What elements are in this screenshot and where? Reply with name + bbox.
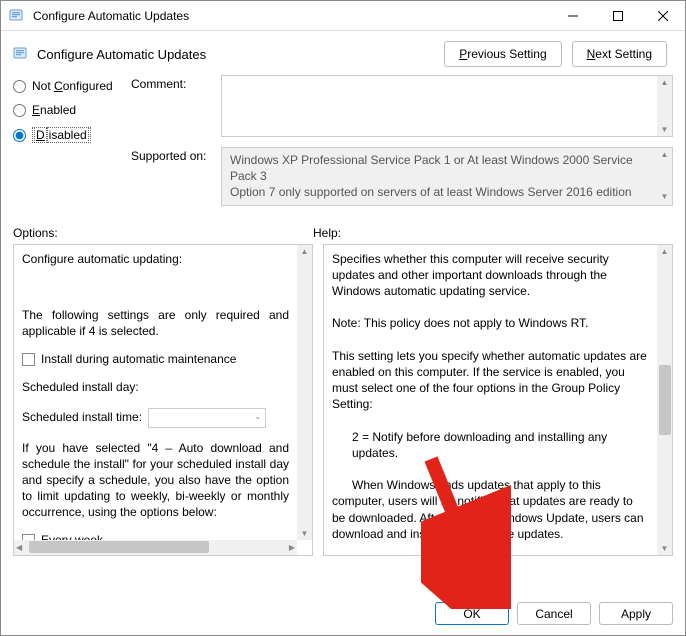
scrollbar-horizontal[interactable]: ◀▶ <box>14 540 297 555</box>
help-text: 2 = Notify before downloading and instal… <box>332 429 649 461</box>
options-pane: Configure automatic updating: The follow… <box>13 244 313 556</box>
scrollbar-vertical[interactable]: ▲▼ <box>657 76 672 136</box>
titlebar: Configure Automatic Updates <box>1 1 685 31</box>
configure-updating-label: Configure automatic updating: <box>22 251 289 267</box>
radio-not-configured[interactable]: Not Configured <box>13 79 131 93</box>
header-row: Configure Automatic Updates Previous Set… <box>1 31 685 75</box>
comment-label: Comment: <box>131 75 221 137</box>
scheduled-time-label: Scheduled install time: <box>22 409 142 425</box>
radio-enabled[interactable]: Enabled <box>13 103 131 117</box>
minimize-button[interactable] <box>550 1 595 31</box>
scroll-up-icon: ▲ <box>301 245 309 258</box>
close-button[interactable] <box>640 1 685 31</box>
scrollbar-thumb[interactable] <box>659 365 671 435</box>
policy-icon <box>9 8 25 24</box>
next-setting-button[interactable]: Next Setting <box>572 41 667 67</box>
scrollbar-vertical[interactable]: ▲▼ <box>657 148 672 205</box>
scroll-down-icon: ▼ <box>661 123 669 136</box>
scheduled-day-label: Scheduled install day: <box>22 379 139 395</box>
scrollbar-vertical[interactable]: ▲▼ <box>297 245 312 540</box>
previous-setting-button[interactable]: Previous Setting <box>444 41 561 67</box>
radio-disabled[interactable]: Disabled <box>13 127 131 143</box>
supported-on-text: Windows XP Professional Service Pack 1 o… <box>221 147 673 206</box>
scrollbar-thumb[interactable] <box>29 541 209 553</box>
checkbox-icon <box>22 353 35 366</box>
every-week-checkbox[interactable]: Every week <box>22 532 289 539</box>
footer-buttons: OK Cancel Apply <box>435 602 673 625</box>
state-radio-group: Not Configured Enabled Disabled <box>13 75 131 216</box>
cancel-button[interactable]: Cancel <box>517 602 591 625</box>
scroll-up-icon: ▲ <box>661 76 669 89</box>
help-text: When Windows finds updates that apply to… <box>332 477 649 539</box>
supported-label: Supported on: <box>131 147 221 206</box>
apply-button[interactable]: Apply <box>599 602 673 625</box>
install-maintenance-checkbox[interactable]: Install during automatic maintenance <box>22 351 289 367</box>
maximize-button[interactable] <box>595 1 640 31</box>
window-title: Configure Automatic Updates <box>33 9 550 23</box>
ok-button[interactable]: OK <box>435 602 509 625</box>
scroll-down-icon: ▼ <box>661 542 669 555</box>
help-text: Note: This policy does not apply to Wind… <box>332 315 649 331</box>
scroll-left-icon: ◀ <box>14 543 24 552</box>
options-paragraph: If you have selected "4 – Auto download … <box>22 440 289 521</box>
help-pane: Specifies whether this computer will rec… <box>323 244 673 556</box>
help-text: Specifies whether this computer will rec… <box>332 251 649 300</box>
policy-icon <box>13 46 29 62</box>
chevron-down-icon: ⌄ <box>254 412 261 423</box>
options-note: The following settings are only required… <box>22 307 289 339</box>
options-label: Options: <box>13 226 313 240</box>
scroll-up-icon: ▲ <box>661 245 669 258</box>
dialog-window: Configure Automatic Updates Configure Au… <box>0 0 686 636</box>
help-text: This setting lets you specify whether au… <box>332 348 649 413</box>
scheduled-time-dropdown[interactable]: ⌄ <box>148 408 266 428</box>
page-title: Configure Automatic Updates <box>37 47 444 62</box>
comment-textarea[interactable]: ▲▼ <box>221 75 673 137</box>
scroll-right-icon: ▶ <box>287 543 297 552</box>
help-label: Help: <box>313 226 341 240</box>
scroll-up-icon: ▲ <box>661 148 669 163</box>
scroll-down-icon: ▼ <box>661 190 669 205</box>
scrollbar-vertical[interactable]: ▲▼ <box>657 245 672 555</box>
scroll-down-icon: ▼ <box>301 527 309 540</box>
